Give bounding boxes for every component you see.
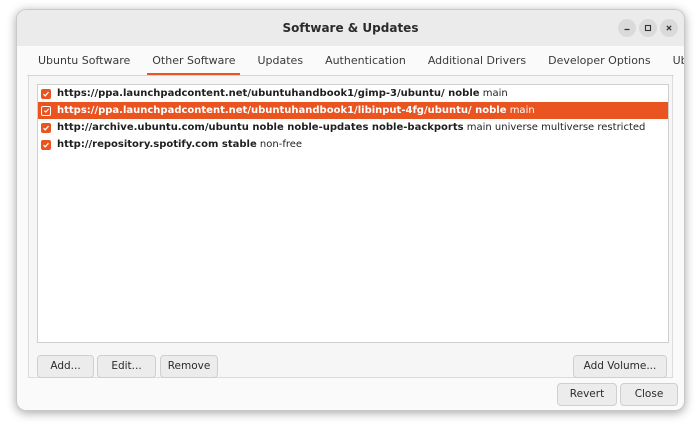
tab-authentication[interactable]: Authentication [314,48,417,74]
remove-button[interactable]: Remove [160,355,218,378]
source-checkbox[interactable] [41,122,51,133]
sources-list[interactable]: https://ppa.launchpadcontent.net/ubuntuh… [37,84,669,343]
source-checkbox[interactable] [41,139,51,150]
other-software-panel: https://ppa.launchpadcontent.net/ubuntuh… [28,76,673,378]
tab-other-software[interactable]: Other Software [141,48,246,75]
close-icon [666,25,672,31]
source-row[interactable]: http://repository.spotify.com stable non… [38,136,668,153]
check-icon [43,125,49,131]
add-button[interactable]: Add... [37,355,94,378]
source-uri: http://archive.ubuntu.com/ubuntu noble n… [57,122,464,133]
check-icon [43,108,49,113]
source-row[interactable]: https://ppa.launchpadcontent.net/ubuntuh… [38,85,668,102]
tab-bar: Ubuntu Software Other Software Updates A… [27,48,684,76]
source-components: main [479,88,508,99]
tab-ubuntu-software[interactable]: Ubuntu Software [27,48,141,74]
source-uri: https://ppa.launchpadcontent.net/ubuntuh… [57,88,480,99]
tab-developer-options[interactable]: Developer Options [537,48,662,74]
add-volume-button[interactable]: Add Volume... [573,355,667,378]
source-uri: http://repository.spotify.com stable [57,139,257,150]
source-components: main [506,105,535,116]
window-title: Software & Updates [282,21,419,35]
maximize-button[interactable] [639,19,657,37]
source-row[interactable]: http://archive.ubuntu.com/ubuntu noble n… [38,119,668,136]
edit-button[interactable]: Edit... [97,355,156,378]
maximize-icon [644,24,652,32]
close-window-button[interactable] [660,19,678,37]
tab-updates[interactable]: Updates [246,48,314,74]
check-icon [43,142,49,148]
source-components: non-free [256,139,303,150]
tab-additional-drivers[interactable]: Additional Drivers [417,48,537,74]
source-checkbox[interactable] [41,105,51,116]
source-components: main universe multiverse restricted [463,122,646,133]
tab-ubuntu-pro[interactable]: Ubuntu Pro [662,48,684,74]
source-uri: https://ppa.launchpadcontent.net/ubuntuh… [57,105,507,116]
minimize-button[interactable] [618,19,636,37]
source-checkbox[interactable] [41,88,51,99]
title-bar[interactable]: Software & Updates [17,10,684,46]
software-updates-window: Software & Updates Ubuntu Software Other… [16,9,685,411]
source-row-selected[interactable]: https://ppa.launchpadcontent.net/ubuntuh… [38,102,668,119]
close-button[interactable]: Close [620,383,678,406]
revert-button[interactable]: Revert [557,383,617,406]
minimize-icon [624,28,630,31]
check-icon [43,91,49,97]
